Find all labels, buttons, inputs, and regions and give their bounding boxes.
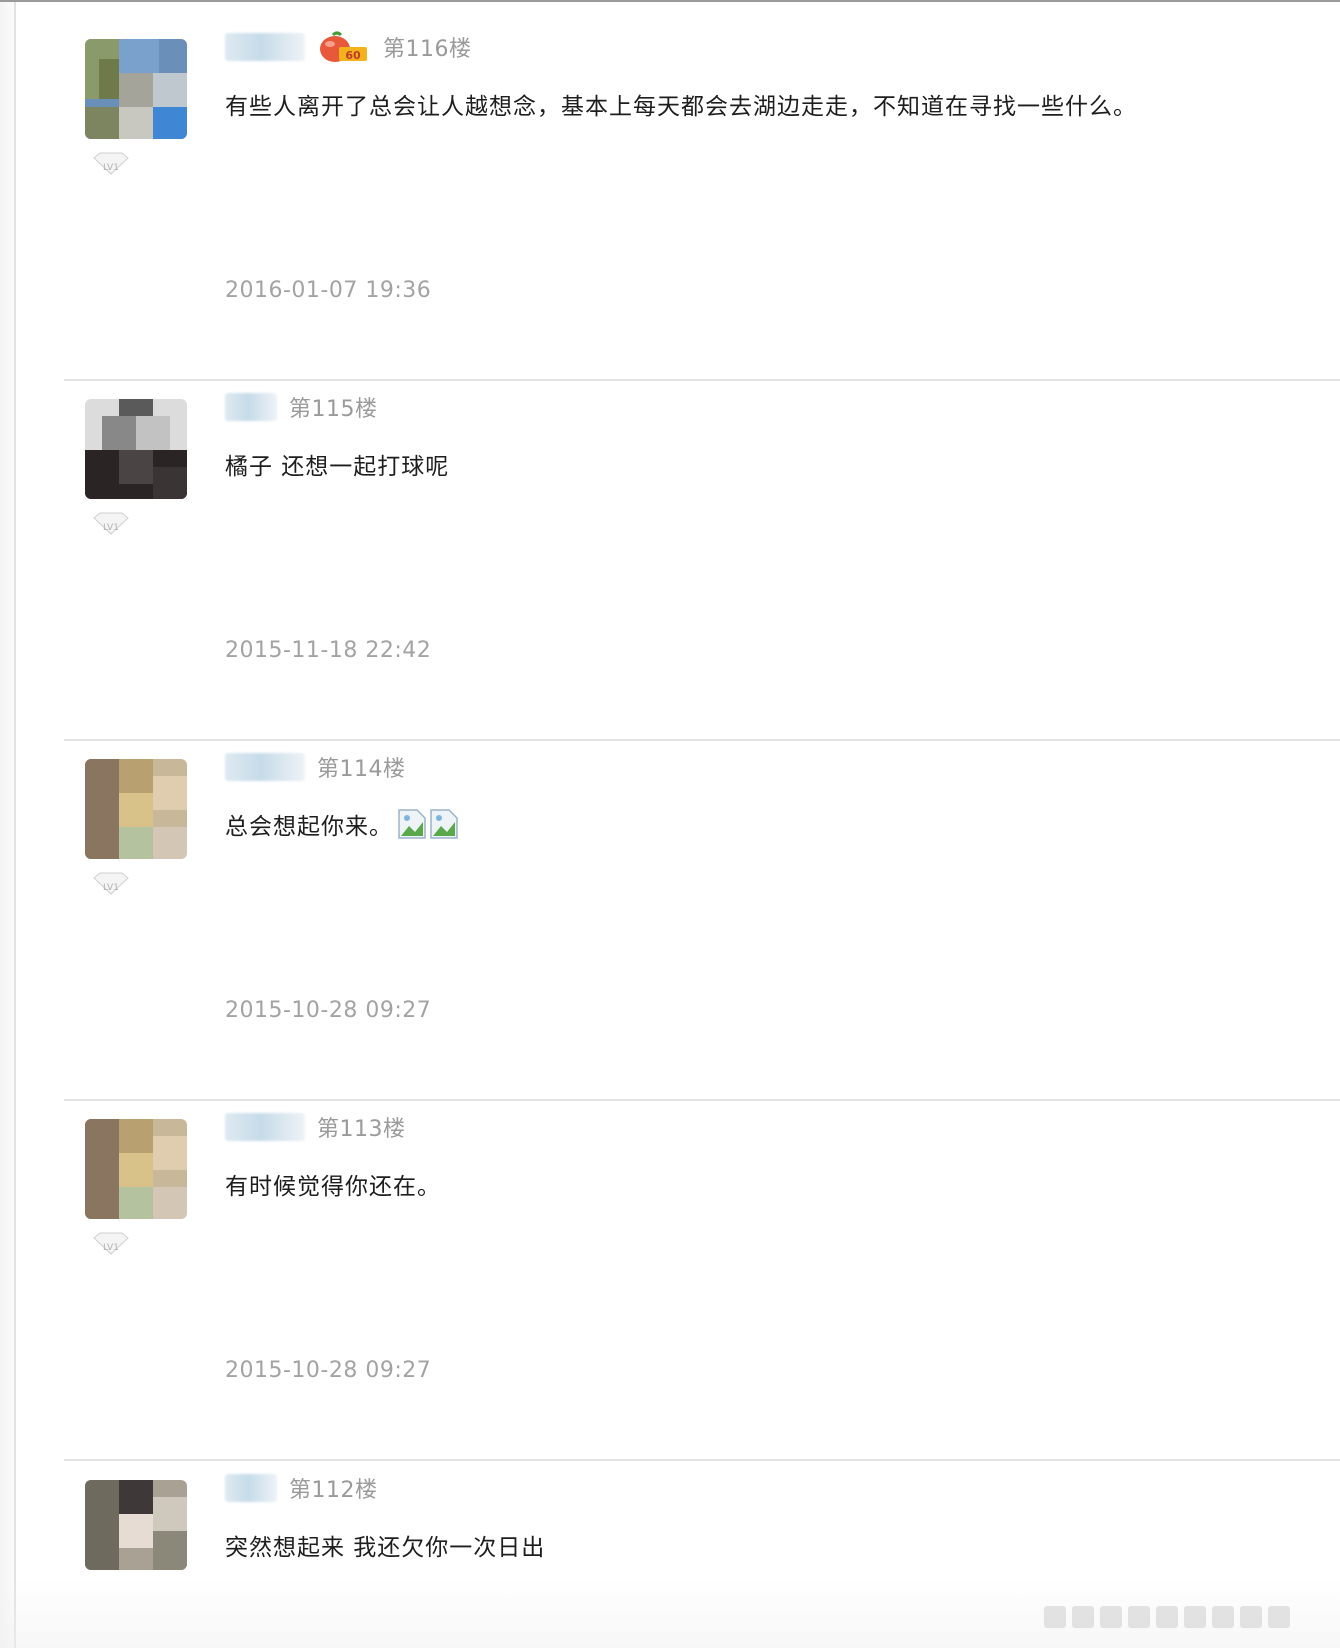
vip-badge-text: 60: [345, 49, 361, 62]
floor-number: 第114楼: [317, 757, 406, 782]
post-content: 有时候觉得你还在。: [225, 1167, 441, 1201]
avatar[interactable]: [85, 1119, 187, 1219]
left-border: [14, 2, 16, 1648]
floor-number: 第113楼: [317, 1117, 406, 1142]
post-text: 总会想起你来。: [225, 814, 393, 840]
avatar[interactable]: [85, 1480, 187, 1570]
left-shade: [0, 2, 14, 1648]
username-blurred[interactable]: [225, 33, 305, 61]
floor-number: 第115楼: [289, 397, 378, 422]
post-content: 突然想起来 我还欠你一次日出: [225, 1528, 545, 1562]
level-text: LV1: [103, 523, 119, 533]
post-content: 橘子 还想一起打球呢: [225, 447, 449, 481]
post-text: 橘子 还想一起打球呢: [225, 454, 450, 480]
username-blurred[interactable]: [225, 393, 277, 421]
level-text: LV1: [103, 883, 119, 893]
post-floor-114: LV1 第114楼 总会想起你来。 2015-10-28 09:27: [64, 722, 1340, 1101]
post-text: 有时候觉得你还在。: [225, 1174, 441, 1200]
post-timestamp: 2015-11-18 22:42: [225, 638, 432, 663]
avatar[interactable]: [85, 399, 187, 499]
floor-number: 第116楼: [383, 37, 472, 62]
username-blurred[interactable]: [225, 1474, 277, 1502]
post-timestamp: 2015-10-28 09:27: [225, 998, 432, 1023]
post-timestamp: 2015-10-28 09:27: [225, 1358, 432, 1383]
user-line: 第114楼: [225, 750, 406, 784]
user-line: 第115楼: [225, 390, 378, 424]
level-text: LV1: [103, 163, 119, 173]
avatar[interactable]: [85, 39, 187, 139]
level-text: LV1: [103, 1243, 119, 1253]
post-text: 突然想起来 我还欠你一次日出: [225, 1535, 546, 1561]
post-text: 有些人离开了总会让人越想念，基本上每天都会去湖边走走，不知道在寻找一些什么。: [225, 94, 1137, 120]
level-badge: LV1: [90, 1232, 132, 1258]
post-content: 有些人离开了总会让人越想念，基本上每天都会去湖边走走，不知道在寻找一些什么。: [225, 87, 1137, 121]
broken-image-icon: [397, 808, 427, 840]
post-timestamp: 2016-01-07 19:36: [225, 278, 432, 303]
forum-thread-page: LV1 60 第116楼 有些人离开了总会让人越想念，基本上每天都会去湖边走走，…: [0, 0, 1340, 1648]
post-content: 总会想起你来。: [225, 807, 459, 841]
post-floor-116: LV1 60 第116楼 有些人离开了总会让人越想念，基本上每天都会去湖边走走，…: [64, 2, 1340, 381]
user-line: 第113楼: [225, 1110, 406, 1144]
level-badge: LV1: [90, 152, 132, 178]
level-badge: LV1: [90, 872, 132, 898]
vip-badge-icon: 60: [317, 29, 371, 65]
avatar[interactable]: [85, 759, 187, 859]
level-badge: LV1: [90, 512, 132, 538]
user-line: 60 第116楼: [225, 30, 472, 64]
username-blurred[interactable]: [225, 753, 305, 781]
watermark: [1044, 1606, 1304, 1632]
broken-image-icon: [429, 808, 459, 840]
user-line: 第112楼: [225, 1471, 378, 1505]
post-floor-113: LV1 第113楼 有时候觉得你还在。 2015-10-28 09:27: [64, 1082, 1340, 1461]
username-blurred[interactable]: [225, 1113, 305, 1141]
post-floor-115: LV1 第115楼 橘子 还想一起打球呢 2015-11-18 22:42: [64, 362, 1340, 741]
floor-number: 第112楼: [289, 1478, 378, 1503]
